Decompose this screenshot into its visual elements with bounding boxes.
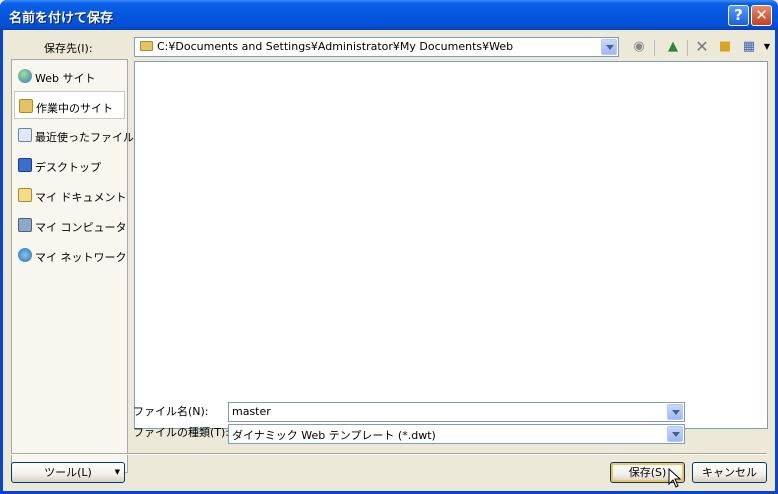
help-button[interactable]: ? xyxy=(728,5,749,26)
place-working-site[interactable]: 作業中のサイト xyxy=(14,91,125,119)
network-icon xyxy=(18,248,32,262)
documents-icon xyxy=(18,188,32,202)
save-in-label: 保存先(I): xyxy=(44,42,93,55)
desktop-icon xyxy=(18,158,32,172)
save-as-dialog: 名前を付けて保存 ? ✕ 保存先(I): C:¥Documents and Se… xyxy=(0,0,778,494)
cancel-button[interactable]: キャンセル xyxy=(692,462,767,483)
globe-icon xyxy=(18,69,32,83)
recent-icon xyxy=(18,128,32,142)
place-label: マイ ネットワーク xyxy=(35,251,127,264)
back-icon[interactable]: ◉ xyxy=(630,38,648,56)
folder-icon xyxy=(19,99,33,113)
tools-button[interactable]: ツール(L) ▼ xyxy=(11,462,125,483)
view-dropdown-arrow-icon[interactable]: ▼ xyxy=(758,38,776,56)
place-label: デスクトップ xyxy=(35,161,101,174)
new-folder-icon[interactable]: ■ xyxy=(716,38,734,56)
place-label: 作業中のサイト xyxy=(36,102,113,115)
file-list[interactable] xyxy=(134,61,768,429)
place-web-site[interactable]: Web サイト xyxy=(14,62,125,90)
filetype-label: ファイルの種類(T): xyxy=(133,426,230,439)
place-recent-files[interactable]: 最近使ったファイル xyxy=(14,121,134,149)
filetype-dropdown[interactable]: ダイナミック Web テンプレート (*.dwt) xyxy=(228,424,685,444)
place-my-computer[interactable]: マイ コンピュータ xyxy=(14,211,127,239)
place-my-documents[interactable]: マイ ドキュメント xyxy=(14,181,127,209)
place-label: マイ ドキュメント xyxy=(35,191,127,204)
title-bar[interactable]: 名前を付けて保存 ? ✕ xyxy=(0,0,778,30)
chevron-down-icon[interactable] xyxy=(667,426,683,442)
filename-input[interactable]: master xyxy=(228,402,685,422)
chevron-down-icon: ▼ xyxy=(114,468,120,476)
folder-icon xyxy=(140,41,153,51)
chevron-down-icon[interactable] xyxy=(667,404,683,420)
filetype-value: ダイナミック Web テンプレート (*.dwt) xyxy=(232,429,436,442)
view-menu-icon[interactable]: ▦ xyxy=(740,38,758,56)
filename-value: master xyxy=(232,405,271,418)
save-in-dropdown[interactable]: C:¥Documents and Settings¥Administrator¥… xyxy=(134,37,619,57)
place-label: Web サイト xyxy=(35,72,96,85)
dialog-body: 保存先(I): C:¥Documents and Settings¥Admini… xyxy=(3,30,775,491)
tools-button-label: ツール(L) xyxy=(44,466,92,479)
up-folder-icon[interactable]: ▲ xyxy=(664,38,682,56)
save-in-path: C:¥Documents and Settings¥Administrator¥… xyxy=(157,40,514,53)
close-button[interactable]: ✕ xyxy=(751,5,772,26)
place-desktop[interactable]: デスクトップ xyxy=(14,151,125,179)
chevron-down-icon[interactable] xyxy=(601,39,617,55)
places-bar: Web サイト 作業中のサイト 最近使ったファイル デスクトップ マイ ドキュメ… xyxy=(11,59,134,473)
toolbar-separator xyxy=(687,40,688,56)
mouse-cursor-icon xyxy=(668,468,682,488)
window-title: 名前を付けて保存 xyxy=(9,11,114,26)
computer-icon xyxy=(18,218,32,232)
divider xyxy=(11,453,767,455)
place-label: 最近使ったファイル xyxy=(35,131,134,144)
place-my-network[interactable]: マイ ネットワーク xyxy=(14,241,127,269)
place-label: マイ コンピュータ xyxy=(35,221,127,234)
filename-label: ファイル名(N): xyxy=(133,405,209,418)
toolbar-separator xyxy=(654,40,655,56)
delete-icon[interactable]: ✕ xyxy=(693,38,711,56)
